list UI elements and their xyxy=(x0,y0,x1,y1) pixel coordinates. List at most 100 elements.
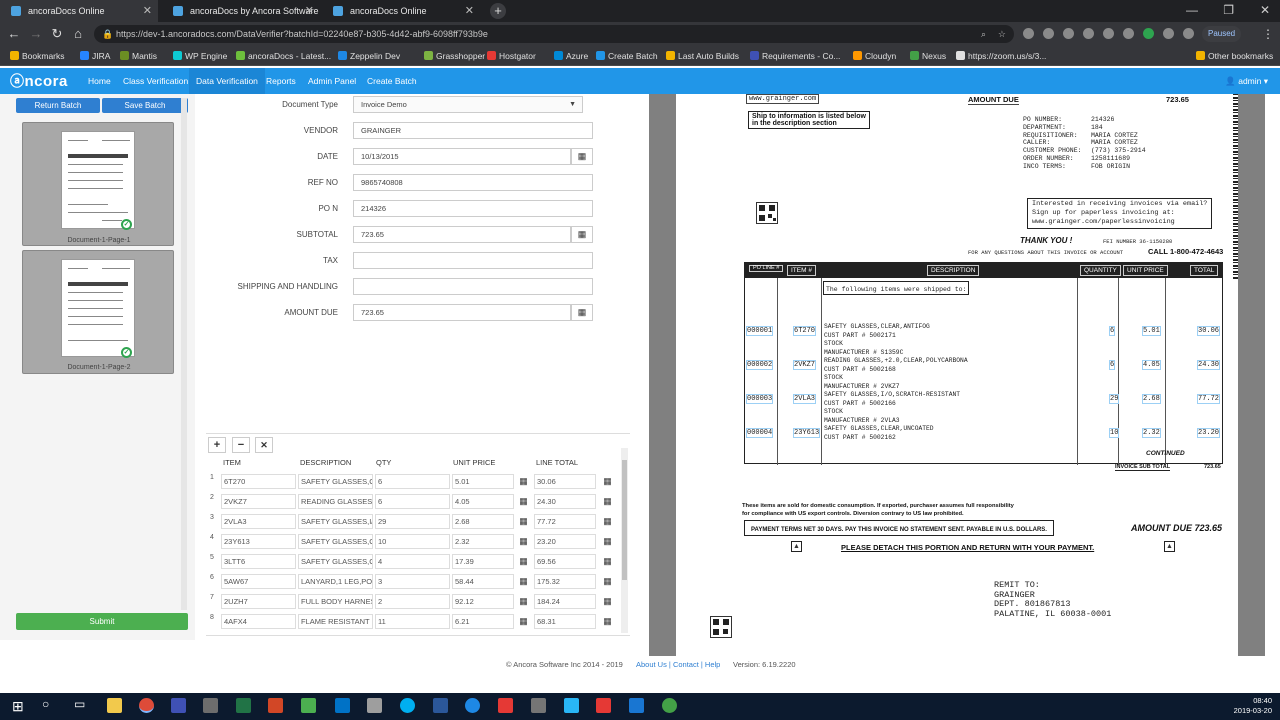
bookmark-item[interactable]: Nexus xyxy=(910,46,946,66)
extension-icon[interactable] xyxy=(1023,28,1034,39)
item-cell[interactable]: 2VKZ7 xyxy=(221,494,296,509)
acrobat-icon[interactable] xyxy=(498,698,513,713)
bookmark-item[interactable]: Requirements - Co... xyxy=(750,46,840,66)
word-icon[interactable] xyxy=(433,698,448,713)
description-cell[interactable]: FLAME RESISTANT HOOD xyxy=(298,614,373,629)
calculator-icon[interactable]: ▦ xyxy=(516,474,531,489)
item-cell[interactable]: 2VLA3 xyxy=(221,514,296,529)
description-cell[interactable]: SAFETY GLASSES,CLEAR xyxy=(298,474,373,489)
item-cell[interactable]: 23Y613 xyxy=(221,534,296,549)
menu-class-verification[interactable]: Class Verification xyxy=(116,68,195,94)
extension-icon[interactable] xyxy=(1103,28,1114,39)
footer-links[interactable]: About Us | Contact | Help xyxy=(636,660,720,669)
item-cell[interactable]: 4AFX4 xyxy=(221,614,296,629)
shipping-input[interactable] xyxy=(353,278,593,295)
unit-price-cell[interactable]: 58.44 xyxy=(452,574,514,589)
tax-input[interactable] xyxy=(353,252,593,269)
line-total-cell[interactable]: 24.30 xyxy=(534,494,596,509)
ancora-logo[interactable]: ⓐncora xyxy=(10,71,68,91)
bookmark-item[interactable]: Hostgator xyxy=(487,46,536,66)
app-icon[interactable] xyxy=(629,698,644,713)
menu-reports[interactable]: Reports xyxy=(259,68,303,94)
calculator-icon[interactable]: ▦ xyxy=(516,494,531,509)
app-icon[interactable] xyxy=(367,698,382,713)
star-icon[interactable]: ☆ xyxy=(998,25,1006,43)
unit-price-cell[interactable]: 6.21 xyxy=(452,614,514,629)
page-thumbnail-2[interactable]: ✓ Document-1-Page-2 xyxy=(22,250,174,374)
minimize-icon[interactable]: — xyxy=(1186,3,1198,17)
browser-tab-2[interactable]: ancoraDocs by Ancora Software ✕ xyxy=(162,0,320,22)
extension-icon[interactable] xyxy=(1083,28,1094,39)
submit-button[interactable]: Submit xyxy=(16,613,188,630)
qty-cell[interactable]: 29 xyxy=(375,514,450,529)
calculator-icon[interactable]: ▦ xyxy=(516,594,531,609)
more-menu-icon[interactable]: ⋮ xyxy=(1262,22,1274,46)
page-thumbnail-1[interactable]: ✓ Document-1-Page-1 xyxy=(22,122,174,246)
calendar-icon[interactable]: ▦ xyxy=(571,148,593,165)
qty-cell[interactable]: 6 xyxy=(375,494,450,509)
menu-data-verification[interactable]: Data Verification xyxy=(189,68,265,94)
internet-explorer-icon[interactable] xyxy=(465,698,480,713)
hangouts-icon[interactable] xyxy=(662,698,677,713)
close-tab-icon[interactable]: ✕ xyxy=(143,0,152,22)
ref-no-input[interactable]: 9865740808 xyxy=(353,174,593,191)
outlook-icon[interactable] xyxy=(335,698,350,713)
subtotal-input[interactable]: 723.65 xyxy=(353,226,571,243)
save-batch-button[interactable]: Save Batch xyxy=(102,98,188,113)
windows-start-icon[interactable]: ⊞ xyxy=(12,698,24,714)
browser-tab-1[interactable]: ancoraDocs Online ✕ xyxy=(0,0,158,22)
app-icon[interactable] xyxy=(564,698,579,713)
clear-rows-button[interactable]: ✕ xyxy=(255,437,273,453)
close-tab-icon[interactable]: ✕ xyxy=(305,0,314,22)
task-view-icon[interactable]: ▭ xyxy=(74,697,85,711)
bookmark-item[interactable]: JIRA xyxy=(80,46,110,66)
description-cell[interactable]: READING GLASSES,+2.0 xyxy=(298,494,373,509)
menu-admin-panel[interactable]: Admin Panel xyxy=(301,68,363,94)
unit-price-cell[interactable]: 5.01 xyxy=(452,474,514,489)
search-icon[interactable]: ⌕ xyxy=(981,25,986,43)
bookmark-item[interactable]: Azure xyxy=(554,46,588,66)
item-cell[interactable]: 3LTT6 xyxy=(221,554,296,569)
bookmark-item[interactable]: Cloudyn xyxy=(853,46,896,66)
qty-cell[interactable]: 6 xyxy=(375,474,450,489)
bookmark-item[interactable]: Zeppelin Dev xyxy=(338,46,400,66)
calculator-icon[interactable]: ▦ xyxy=(600,594,615,609)
calculator-icon[interactable]: ▦ xyxy=(516,554,531,569)
extension-icon[interactable] xyxy=(1063,28,1074,39)
bookmark-item[interactable]: Create Batch xyxy=(596,46,658,66)
menu-create-batch[interactable]: Create Batch xyxy=(360,68,424,94)
calculator-icon[interactable]: ▦ xyxy=(600,474,615,489)
description-cell[interactable]: SAFETY GLASSES,CLEAR xyxy=(298,534,373,549)
return-batch-button[interactable]: Return Batch xyxy=(16,98,100,113)
calculator-icon[interactable]: ▦ xyxy=(600,614,615,629)
line-total-cell[interactable]: 175.32 xyxy=(534,574,596,589)
chrome-icon[interactable] xyxy=(139,698,154,713)
calculator-icon[interactable]: ▦ xyxy=(600,514,615,529)
bookmark-item[interactable]: Mantis xyxy=(120,46,157,66)
calculator-icon[interactable]: ▦ xyxy=(516,534,531,549)
unit-price-cell[interactable]: 92.12 xyxy=(452,594,514,609)
calculator-icon[interactable]: ▦ xyxy=(600,494,615,509)
unit-price-cell[interactable]: 17.39 xyxy=(452,554,514,569)
forward-icon[interactable]: → xyxy=(26,22,46,46)
extension-icon[interactable] xyxy=(1123,28,1134,39)
bookmark-item[interactable]: Last Auto Builds xyxy=(666,46,739,66)
close-window-icon[interactable]: ✕ xyxy=(1260,3,1270,17)
extension-icon[interactable] xyxy=(1043,28,1054,39)
document-type-select[interactable]: Invoice Demo ▼ xyxy=(353,96,583,113)
profile-paused-badge[interactable]: Paused xyxy=(1202,26,1242,42)
reload-icon[interactable]: ↻ xyxy=(47,22,67,46)
excel-icon[interactable] xyxy=(236,698,251,713)
description-cell[interactable]: FULL BODY HARNESS xyxy=(298,594,373,609)
unit-price-cell[interactable]: 2.32 xyxy=(452,534,514,549)
line-total-cell[interactable]: 68.31 xyxy=(534,614,596,629)
qty-cell[interactable]: 10 xyxy=(375,534,450,549)
qty-cell[interactable]: 3 xyxy=(375,574,450,589)
vendor-input[interactable]: GRAINGER xyxy=(353,122,593,139)
calculator-icon[interactable]: ▦ xyxy=(516,514,531,529)
powerpoint-icon[interactable] xyxy=(268,698,283,713)
maximize-icon[interactable]: ❐ xyxy=(1223,3,1234,17)
calculator-icon[interactable] xyxy=(531,698,546,713)
back-icon[interactable]: ← xyxy=(4,22,24,46)
calculator-icon[interactable]: ▦ xyxy=(571,226,593,243)
